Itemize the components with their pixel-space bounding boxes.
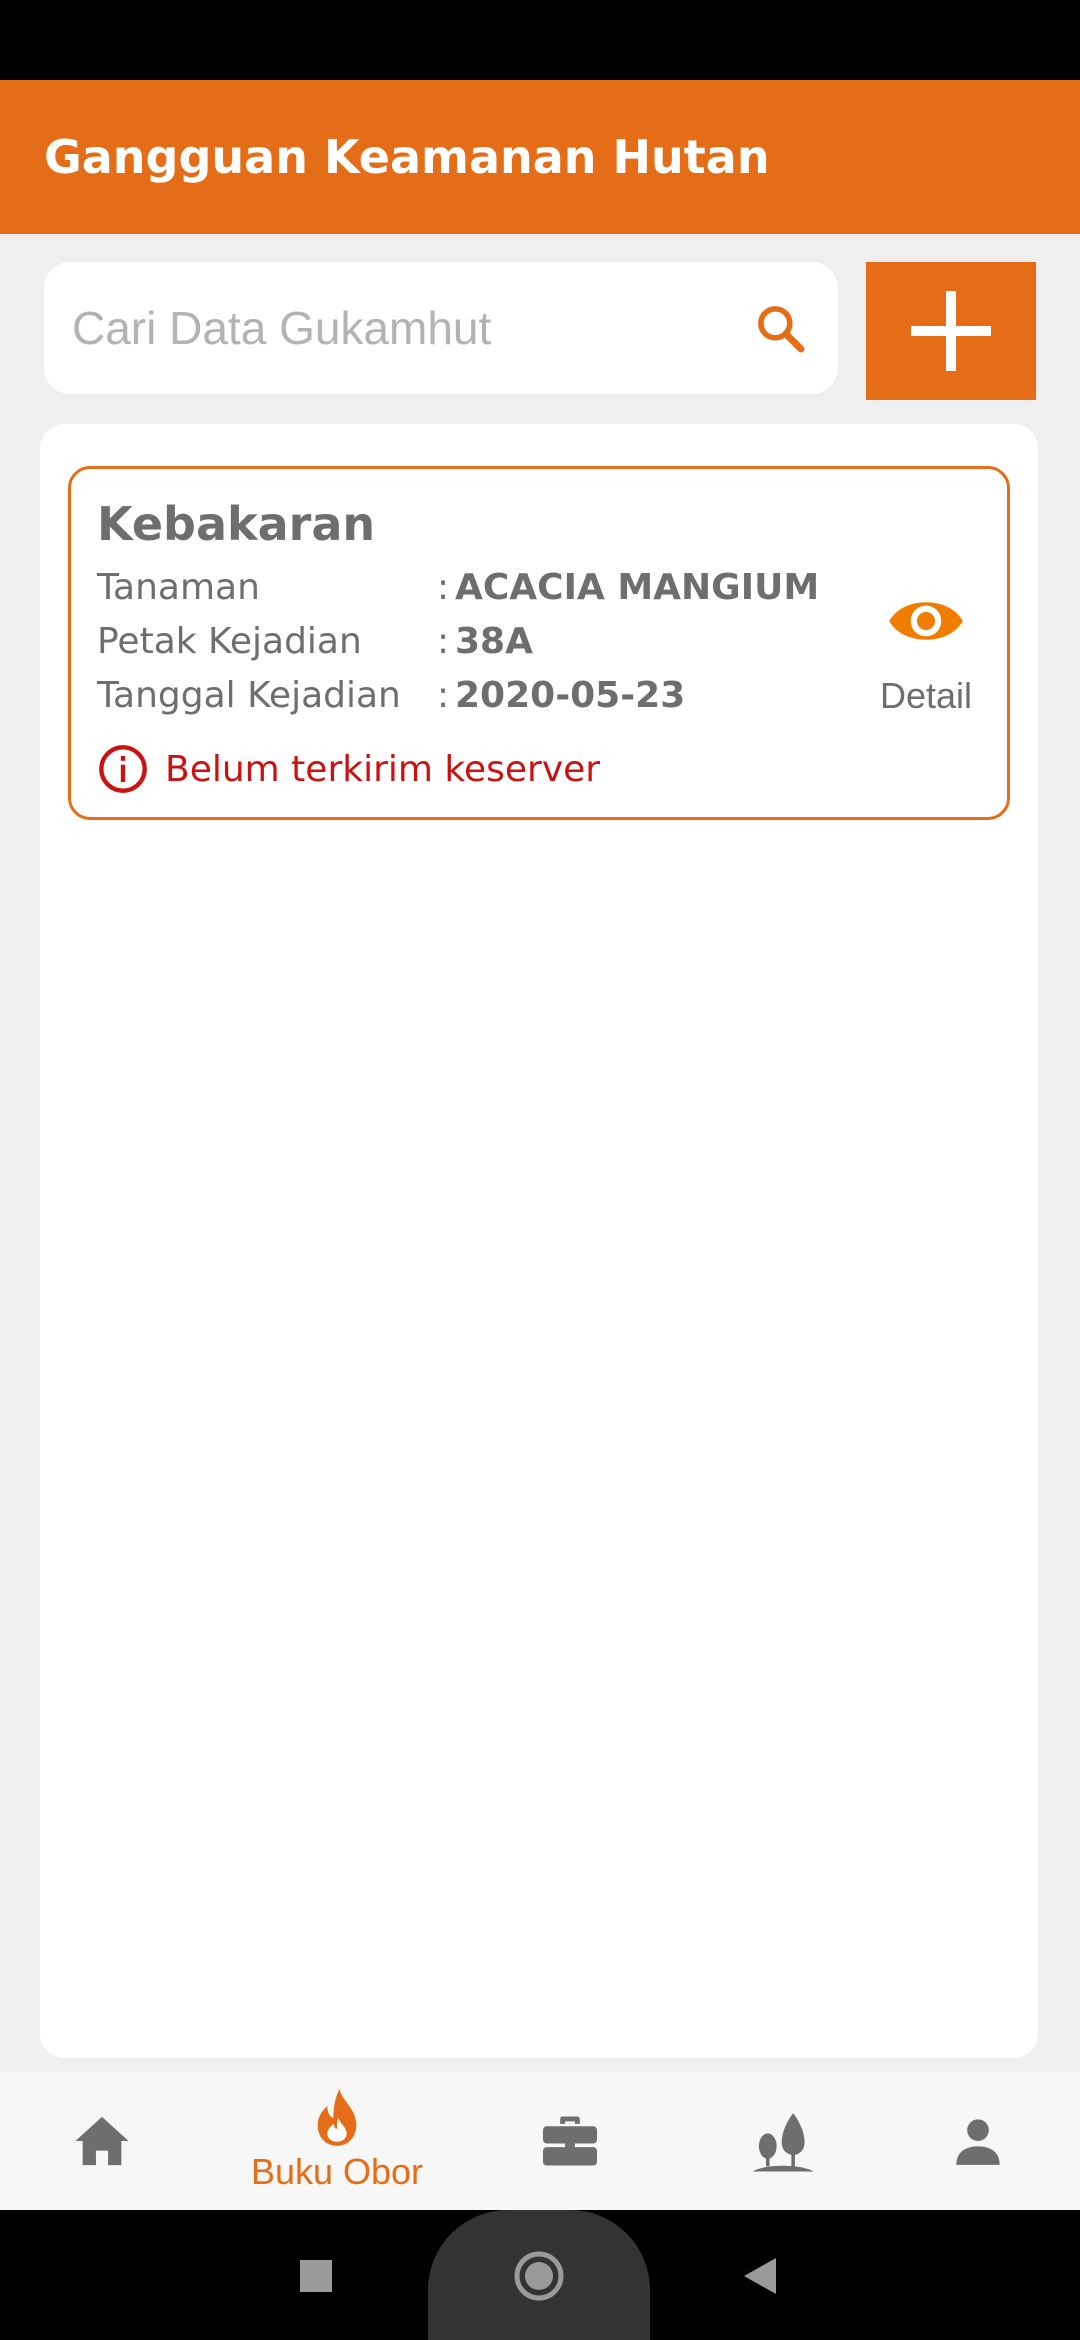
search-input[interactable] [72,301,712,355]
nav-item-profile[interactable] [928,2072,1028,2210]
fire-icon [317,2089,357,2146]
incident-type: Kebakaran [97,497,376,551]
nav-item-buku-obor[interactable]: Buku Obor [232,2072,442,2210]
row-label: Tanaman [97,567,260,608]
detail-label: Detail [879,675,973,716]
row-value: ACACIA MANGIUM [455,567,820,608]
info-icon [99,745,147,793]
detail-button[interactable]: Detail [871,581,981,717]
info-row-tanaman: Tanaman: ACACIA MANGIUM [97,567,820,608]
content-panel: Kebakaran Tanaman: ACACIA MANGIUM Petak K… [40,424,1038,2058]
info-row-tanggal: Tanggal Kejadian:2020-05-23 [97,675,686,716]
sync-status-text: Belum terkirim keserver [165,748,601,790]
search-box[interactable] [44,262,838,394]
eye-icon [889,602,963,640]
search-icon[interactable] [752,300,808,356]
nav-label-buku-obor: Buku Obor [250,2151,424,2192]
status-bar [0,0,1080,80]
briefcase-icon [543,2116,597,2166]
home-icon [75,2116,129,2166]
bottom-nav: Buku Obor [0,2072,1080,2210]
info-row-petak: Petak Kejadian:38A [97,621,533,662]
row-label: Tanggal Kejadian [97,675,401,716]
plus-icon [911,291,991,371]
incident-card[interactable]: Kebakaran Tanaman: ACACIA MANGIUM Petak K… [68,466,1010,820]
person-icon [956,2119,1000,2165]
app-bar: Gangguan Keamanan Hutan [0,80,1080,234]
row-value: 2020-05-23 [455,675,686,716]
row-label: Petak Kejadian [97,621,362,662]
nav-item-tools[interactable] [520,2072,620,2210]
back-icon[interactable] [742,2256,778,2296]
nav-item-home[interactable] [52,2072,152,2210]
page-title: Gangguan Keamanan Hutan [44,130,770,184]
add-button[interactable] [866,262,1036,400]
recents-button[interactable] [300,2260,332,2292]
sync-status: Belum terkirim keserver [97,743,600,795]
nav-item-trees[interactable] [728,2072,838,2210]
row-value: 38A [455,621,533,662]
home-button-icon[interactable] [512,2249,566,2303]
trees-icon [752,2113,814,2172]
